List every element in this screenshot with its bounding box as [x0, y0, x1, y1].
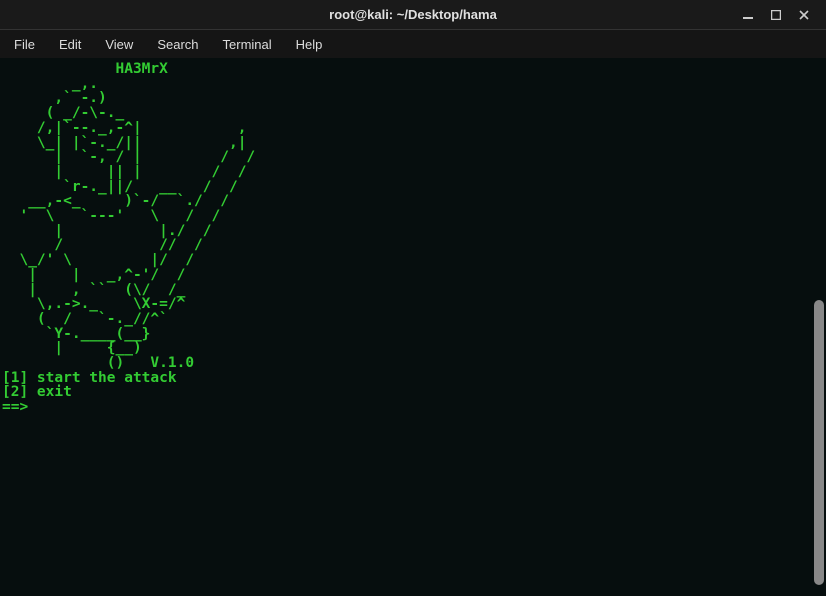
menu-edit[interactable]: Edit	[49, 34, 91, 55]
maximize-button[interactable]	[762, 3, 790, 27]
terminal-area[interactable]: HA3MrX _,. ,` -.) ( _/-\-._ /,|`--._,-^|…	[0, 58, 826, 596]
window-title: root@kali: ~/Desktop/hama	[329, 7, 497, 22]
menu-terminal[interactable]: Terminal	[213, 34, 282, 55]
terminal-window: root@kali: ~/Desktop/hama File Edit View…	[0, 0, 826, 596]
close-button[interactable]	[790, 3, 818, 27]
menu-view[interactable]: View	[95, 34, 143, 55]
terminal-output: HA3MrX _,. ,` -.) ( _/-\-._ /,|`--._,-^|…	[0, 58, 826, 419]
ascii-art: _,. ,` -.) ( _/-\-._ /,|`--._,-^| , \_| …	[2, 76, 255, 371]
titlebar: root@kali: ~/Desktop/hama	[0, 0, 826, 30]
minimize-button[interactable]	[734, 3, 762, 27]
menu-search[interactable]: Search	[147, 34, 208, 55]
maximize-icon	[771, 10, 781, 20]
scrollbar[interactable]	[814, 300, 824, 585]
menu-file[interactable]: File	[4, 34, 45, 55]
menubar: File Edit View Search Terminal Help	[0, 30, 826, 58]
menu-help[interactable]: Help	[286, 34, 333, 55]
window-controls	[734, 3, 818, 27]
minimize-icon	[743, 10, 753, 20]
option-exit: [2] exit	[2, 384, 72, 400]
option-start-attack: [1] start the attack	[2, 370, 177, 386]
close-icon	[799, 10, 809, 20]
prompt: ==>	[2, 399, 28, 415]
banner-name: HA3MrX	[2, 61, 168, 77]
